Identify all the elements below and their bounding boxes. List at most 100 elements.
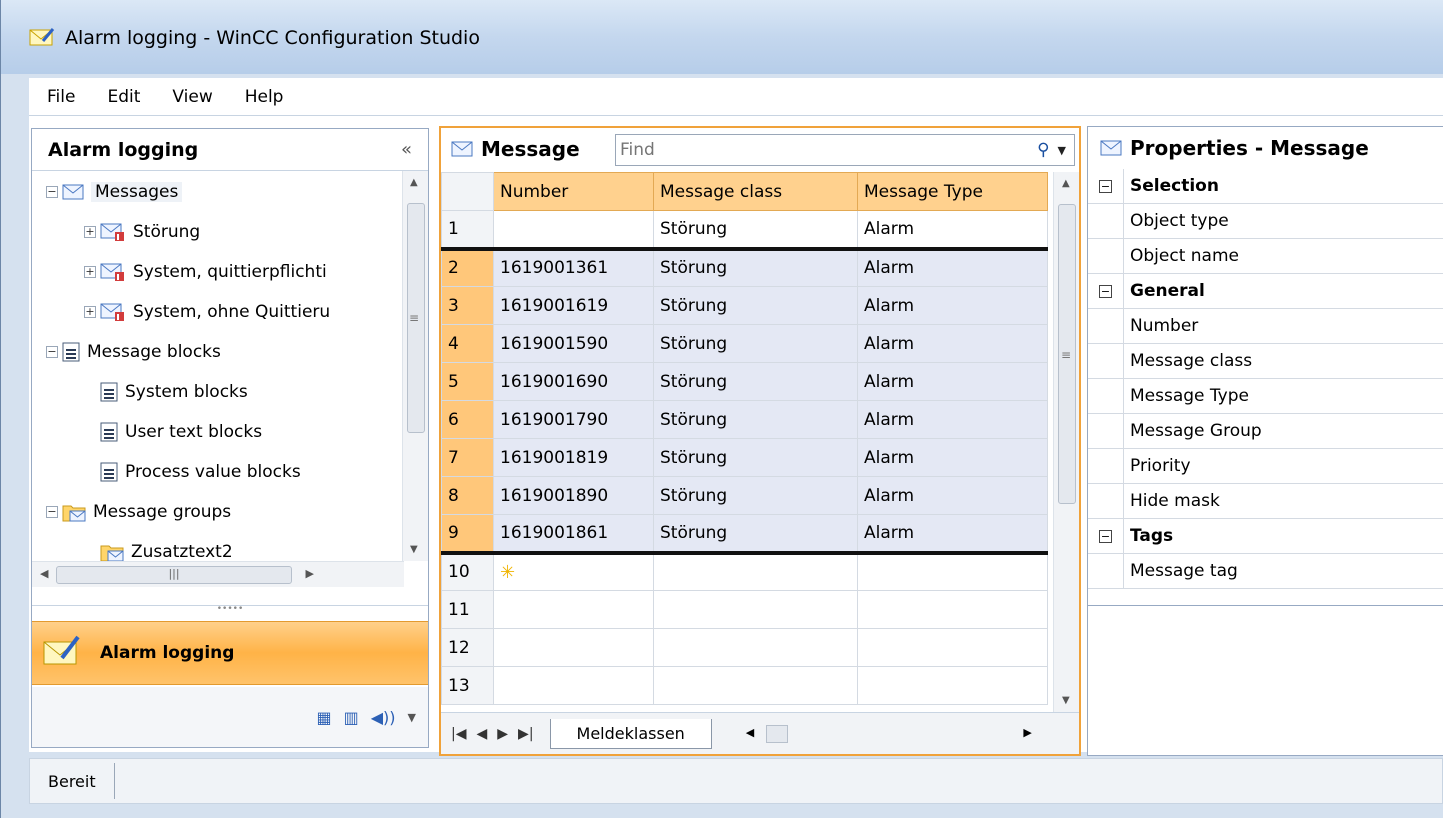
table-row[interactable]: 7 1619001819 Störung Alarm <box>441 438 1048 477</box>
property-row[interactable]: Message class <box>1088 344 1443 379</box>
property-row[interactable]: Priority <box>1088 449 1443 484</box>
row-header[interactable]: 9 <box>441 514 494 555</box>
cell-number[interactable]: ✳ <box>493 552 654 591</box>
search-icon[interactable]: ⚲ <box>1037 140 1049 160</box>
table-row[interactable]: 4 1619001590 Störung Alarm <box>441 324 1048 363</box>
cell-message-class[interactable] <box>653 666 858 705</box>
table-row[interactable]: 11 <box>441 590 1048 629</box>
grid-vertical-scrollbar[interactable]: ▲ ≡ ▼ <box>1053 172 1079 712</box>
alarm-logging-nav-button[interactable]: Alarm logging <box>32 621 428 685</box>
tree-item[interactable]: Process value blocks <box>84 453 301 491</box>
cell-message-type[interactable] <box>857 590 1048 629</box>
column-header-message-type[interactable]: Message Type <box>857 172 1048 211</box>
scroll-up-icon[interactable]: ▲ <box>1062 178 1070 189</box>
cell-message-type[interactable]: Alarm <box>857 324 1048 363</box>
tag-table-icon[interactable]: ▦ <box>316 708 331 727</box>
cell-message-type[interactable]: Alarm <box>857 438 1048 477</box>
cell-message-type[interactable]: Alarm <box>857 246 1048 287</box>
scroll-up-icon[interactable]: ▲ <box>410 177 418 188</box>
tree-item[interactable]: + System, ohne Quittieru <box>84 293 330 331</box>
collapse-category-icon[interactable]: − <box>1099 529 1112 543</box>
sheet-first-icon[interactable]: |◀ <box>451 726 466 742</box>
find-input[interactable] <box>616 139 1038 161</box>
row-header[interactable]: 11 <box>441 590 494 629</box>
cell-number[interactable] <box>493 590 654 629</box>
collapse-node-icon[interactable]: − <box>46 506 58 518</box>
table-row[interactable]: 13 <box>441 666 1048 705</box>
row-header[interactable]: 1 <box>441 210 494 249</box>
cell-message-class[interactable]: Störung <box>653 362 858 401</box>
scroll-left-icon[interactable]: ◀ <box>746 726 754 739</box>
row-header[interactable]: 12 <box>441 628 494 667</box>
table-row[interactable]: 6 1619001790 Störung Alarm <box>441 400 1048 439</box>
cell-message-class[interactable] <box>653 628 858 667</box>
row-header[interactable]: 2 <box>441 246 494 287</box>
sheet-next-icon[interactable]: ▶ <box>497 726 508 742</box>
scroll-down-icon[interactable]: ▼ <box>1062 695 1070 706</box>
table-row[interactable]: 12 <box>441 628 1048 667</box>
tree-item[interactable]: User text blocks <box>84 413 262 451</box>
menu-view[interactable]: View <box>172 87 212 107</box>
cell-number[interactable]: 1619001861 <box>493 514 654 555</box>
property-row[interactable]: Object type <box>1088 204 1443 239</box>
scroll-down-icon[interactable]: ▼ <box>410 544 418 555</box>
collapse-node-icon[interactable]: − <box>46 186 58 198</box>
table-row[interactable]: 8 1619001890 Störung Alarm <box>441 476 1048 515</box>
menu-help[interactable]: Help <box>245 87 284 107</box>
sheet-prev-icon[interactable]: ◀ <box>476 726 487 742</box>
scroll-right-icon[interactable]: ▶ <box>1023 726 1031 739</box>
cell-number[interactable]: 1619001361 <box>493 246 654 287</box>
sheet-tab-meldeklassen[interactable]: Meldeklassen <box>549 718 712 749</box>
tree-item[interactable]: − Message blocks <box>46 333 221 371</box>
property-row[interactable]: Message tag <box>1088 554 1443 589</box>
row-header[interactable]: 3 <box>441 286 494 325</box>
expand-node-icon[interactable]: + <box>84 306 96 318</box>
row-header[interactable]: 13 <box>441 666 494 705</box>
cell-message-class[interactable] <box>653 552 858 591</box>
table-row[interactable]: 10 ✳ <box>441 552 1048 591</box>
row-header[interactable]: 7 <box>441 438 494 477</box>
cell-number[interactable] <box>493 666 654 705</box>
table-row[interactable]: 3 1619001619 Störung Alarm <box>441 286 1048 325</box>
cell-number[interactable] <box>493 210 654 249</box>
table-row[interactable]: 5 1619001690 Störung Alarm <box>441 362 1048 401</box>
cell-message-type[interactable]: Alarm <box>857 476 1048 515</box>
property-category[interactable]: − General <box>1088 274 1443 309</box>
tree-item[interactable]: − Message groups <box>46 493 231 531</box>
cell-number[interactable]: 1619001590 <box>493 324 654 363</box>
cell-message-type[interactable]: Alarm <box>857 514 1048 555</box>
chevron-down-icon[interactable]: ▼ <box>408 711 416 724</box>
collapse-node-icon[interactable]: − <box>46 346 58 358</box>
cell-message-type[interactable]: Alarm <box>857 362 1048 401</box>
scroll-thumb[interactable] <box>765 724 788 743</box>
property-row[interactable]: Number <box>1088 309 1443 344</box>
chevron-down-icon[interactable]: ▼ <box>1058 144 1066 157</box>
property-row[interactable]: Hide mask <box>1088 484 1443 519</box>
cell-message-class[interactable]: Störung <box>653 246 858 287</box>
collapse-category-icon[interactable]: − <box>1099 284 1112 298</box>
menu-file[interactable]: File <box>47 87 75 107</box>
property-category[interactable]: − Selection <box>1088 169 1443 204</box>
grid-horizontal-scrollbar[interactable]: ◀ ▶ <box>736 724 1036 743</box>
table-row[interactable]: 9 1619001861 Störung Alarm <box>441 514 1048 555</box>
cell-number[interactable]: 1619001690 <box>493 362 654 401</box>
cell-message-class[interactable] <box>653 590 858 629</box>
panel-splitter[interactable]: ••••• <box>32 605 428 617</box>
cell-message-class[interactable]: Störung <box>653 286 858 325</box>
cell-number[interactable]: 1619001790 <box>493 400 654 439</box>
cell-message-type[interactable] <box>857 628 1048 667</box>
tree-item[interactable]: − Messages <box>46 173 183 211</box>
speaker-icon[interactable]: ◀)) <box>371 708 396 727</box>
scroll-thumb[interactable]: ||| <box>56 566 292 584</box>
cell-message-class[interactable]: Störung <box>653 476 858 515</box>
tree-item[interactable]: + System, quittierpflichti <box>84 253 327 291</box>
sheet-last-icon[interactable]: ▶| <box>518 726 533 742</box>
cell-message-type[interactable]: Alarm <box>857 286 1048 325</box>
cell-number[interactable]: 1619001819 <box>493 438 654 477</box>
tree-item[interactable]: + Störung <box>84 213 200 251</box>
tree-item[interactable]: System blocks <box>84 373 248 411</box>
property-row[interactable]: Message Type <box>1088 379 1443 414</box>
cell-message-class[interactable]: Störung <box>653 210 858 249</box>
cell-number[interactable]: 1619001890 <box>493 476 654 515</box>
column-header-message-class[interactable]: Message class <box>653 172 858 211</box>
